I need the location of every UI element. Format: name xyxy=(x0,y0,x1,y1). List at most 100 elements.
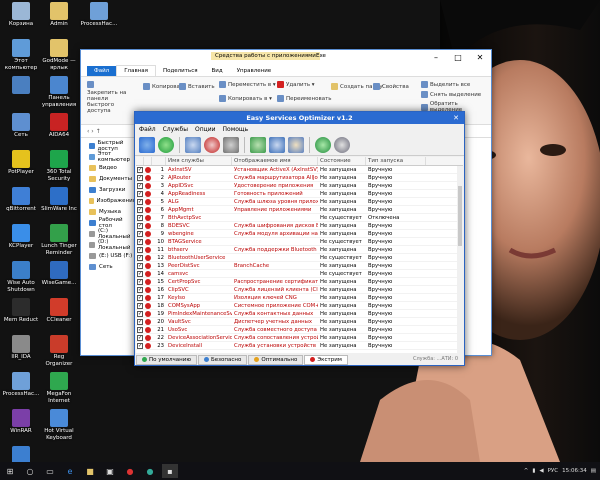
delete-button[interactable]: Удалить ▾ xyxy=(277,81,315,88)
row-checkbox[interactable]: ✓ xyxy=(136,246,144,253)
menu-services[interactable]: Службы xyxy=(163,126,188,133)
row-checkbox[interactable]: ✓ xyxy=(136,278,144,285)
minimize-icon[interactable]: – xyxy=(425,50,447,64)
desktop-icon-item[interactable]: KCPlayer xyxy=(2,224,40,250)
column-header-state[interactable]: Состояние xyxy=(318,157,366,165)
list-icon[interactable] xyxy=(223,136,239,153)
row-checkbox[interactable]: ✓ xyxy=(136,206,144,213)
services-icon[interactable] xyxy=(185,136,201,153)
network-tray-icon[interactable]: ▮ xyxy=(532,468,535,474)
row-checkbox[interactable]: ✓ xyxy=(136,254,144,261)
pin-quick-access-button[interactable]: Закрепить на панели быстрого доступа xyxy=(87,81,131,114)
nav-item[interactable]: Этот компьютер xyxy=(81,151,136,163)
deselect-button[interactable]: Снять выделение xyxy=(421,91,481,98)
column-header-display-name[interactable]: Отображаемое имя xyxy=(232,157,318,165)
desktop-icon-item[interactable]: Lunch Tinger Reminder xyxy=(40,224,78,256)
row-checkbox[interactable]: ✓ xyxy=(136,198,144,205)
row-checkbox[interactable]: ✓ xyxy=(136,286,144,293)
close-icon[interactable]: ✕ xyxy=(469,50,491,64)
row-checkbox[interactable]: ✓ xyxy=(136,174,144,181)
table-row[interactable]: ✓ 23 DeviceInstall Служба установки устройс… xyxy=(136,342,463,350)
clock[interactable]: 15:06:34 xyxy=(562,468,587,474)
desktop-icon-item[interactable]: WinRAR xyxy=(2,409,40,435)
nav-item[interactable]: (D:) Локальный xyxy=(81,239,136,251)
desktop-icon-item[interactable]: IIR_IDA xyxy=(2,335,40,361)
paste-button[interactable]: Вставить xyxy=(179,83,215,90)
row-checkbox[interactable]: ✓ xyxy=(136,326,144,333)
row-checkbox[interactable]: ✓ xyxy=(136,182,144,189)
nav-item[interactable]: Сеть xyxy=(81,261,136,272)
nav-item[interactable]: Рабочий стол xyxy=(81,217,136,229)
desktop-icon-item[interactable] xyxy=(2,76,40,95)
preset-tab[interactable]: Безопасно xyxy=(197,354,248,365)
tab-share[interactable]: Поделиться xyxy=(156,66,205,76)
desktop-icon-item[interactable]: qBittorrent xyxy=(2,187,40,213)
column-header-service-name[interactable]: Имя службы xyxy=(166,157,232,165)
volume-icon[interactable]: ◀ xyxy=(539,468,543,474)
desktop-icon-item[interactable]: ProcessHac... xyxy=(80,2,118,28)
preset-tab[interactable]: По умолчанию xyxy=(136,354,197,365)
nav-item[interactable]: (C:) Локальный xyxy=(81,228,136,240)
row-checkbox[interactable]: ✓ xyxy=(136,318,144,325)
close-icon[interactable]: ✕ xyxy=(451,113,461,122)
properties-button[interactable]: Свойства xyxy=(373,83,409,90)
row-checkbox[interactable]: ✓ xyxy=(136,166,144,173)
desktop-icon-item[interactable]: PotPlayer xyxy=(2,150,40,176)
language-indicator[interactable]: РУС xyxy=(548,468,559,474)
row-checkbox[interactable]: ✓ xyxy=(136,294,144,301)
search-icon[interactable]: ○ xyxy=(22,464,38,478)
tab-manage[interactable]: Управление xyxy=(230,66,279,76)
menu-options[interactable]: Опции xyxy=(195,126,216,133)
desktop-icon-item[interactable]: WiseGame... xyxy=(40,261,78,287)
row-checkbox[interactable]: ✓ xyxy=(136,310,144,317)
desktop-icon-item[interactable]: ProcessHac... xyxy=(2,372,40,398)
desktop-icon-item[interactable]: MegaFon Internet xyxy=(40,372,78,404)
row-checkbox[interactable]: ✓ xyxy=(136,302,144,309)
optimize-icon[interactable] xyxy=(139,136,155,153)
scrollbar-thumb[interactable] xyxy=(458,186,462,246)
chevron-up-icon[interactable]: ^ xyxy=(524,468,529,474)
nav-item[interactable]: Быстрый доступ xyxy=(81,140,136,152)
desktop-icon-item[interactable]: Wise Auto Shutdown xyxy=(2,261,40,293)
tab-view[interactable]: Вид xyxy=(205,66,230,76)
desktop-icon-item[interactable]: 360 Total Security xyxy=(40,150,78,182)
column-header-check[interactable] xyxy=(136,157,144,165)
desktop-icon-item[interactable]: GodMode — ярлык xyxy=(40,39,78,71)
nav-item[interactable]: Музыка xyxy=(81,206,136,217)
task-view-icon[interactable]: ▭ xyxy=(42,464,58,478)
row-checkbox[interactable]: ✓ xyxy=(136,334,144,341)
edge-icon[interactable]: e xyxy=(62,464,78,478)
row-checkbox[interactable]: ✓ xyxy=(136,222,144,229)
explorer-taskbar-icon[interactable]: ■ xyxy=(82,464,98,478)
start-button[interactable]: ⊞ xyxy=(2,464,18,478)
nav-item[interactable]: Документы xyxy=(81,173,136,184)
row-checkbox[interactable]: ✓ xyxy=(136,230,144,237)
row-checkbox[interactable]: ✓ xyxy=(136,238,144,245)
desktop-icon-item[interactable]: Корзина xyxy=(2,2,40,28)
stop-icon[interactable] xyxy=(204,136,220,153)
row-checkbox[interactable]: ✓ xyxy=(136,190,144,197)
nav-item[interactable]: Изображения xyxy=(81,195,136,206)
easy-services-optimizer-window[interactable]: Easy Services Optimizer v1.2 ✕ Файл Служ… xyxy=(134,111,465,366)
desktop-icon-item[interactable]: Панель управления xyxy=(40,76,78,108)
row-checkbox[interactable]: ✓ xyxy=(136,214,144,221)
desktop-icon-item[interactable]: SlimWare Inc xyxy=(40,187,78,213)
column-header-startup-type[interactable]: Тип запуска xyxy=(366,157,426,165)
nav-item[interactable]: (E:) USB (F:) xyxy=(81,250,136,261)
vertical-scrollbar[interactable] xyxy=(457,166,463,353)
row-checkbox[interactable]: ✓ xyxy=(136,262,144,269)
select-all-button[interactable]: Выделить все xyxy=(421,81,470,88)
export-icon[interactable] xyxy=(250,136,266,153)
copy-to-button[interactable]: Копировать в ▾ xyxy=(219,95,272,102)
column-header-status[interactable] xyxy=(144,157,152,165)
desktop-icon-item[interactable]: AIDA64 xyxy=(40,113,78,139)
row-checkbox[interactable]: ✓ xyxy=(136,270,144,277)
desktop-icon-item[interactable]: Этот компьютер xyxy=(2,39,40,71)
preset-tab[interactable]: Оптимально xyxy=(248,354,304,365)
desktop-icon-item[interactable]: Сеть xyxy=(2,113,40,139)
maximize-icon[interactable]: □ xyxy=(447,50,469,64)
app-taskbar-icon[interactable]: ● xyxy=(142,464,158,478)
preset-tab[interactable]: Экстрим xyxy=(304,354,348,365)
desktop-icon-item[interactable]: Hot Virtual Keyboard xyxy=(40,409,78,441)
refresh-icon[interactable] xyxy=(315,136,331,153)
